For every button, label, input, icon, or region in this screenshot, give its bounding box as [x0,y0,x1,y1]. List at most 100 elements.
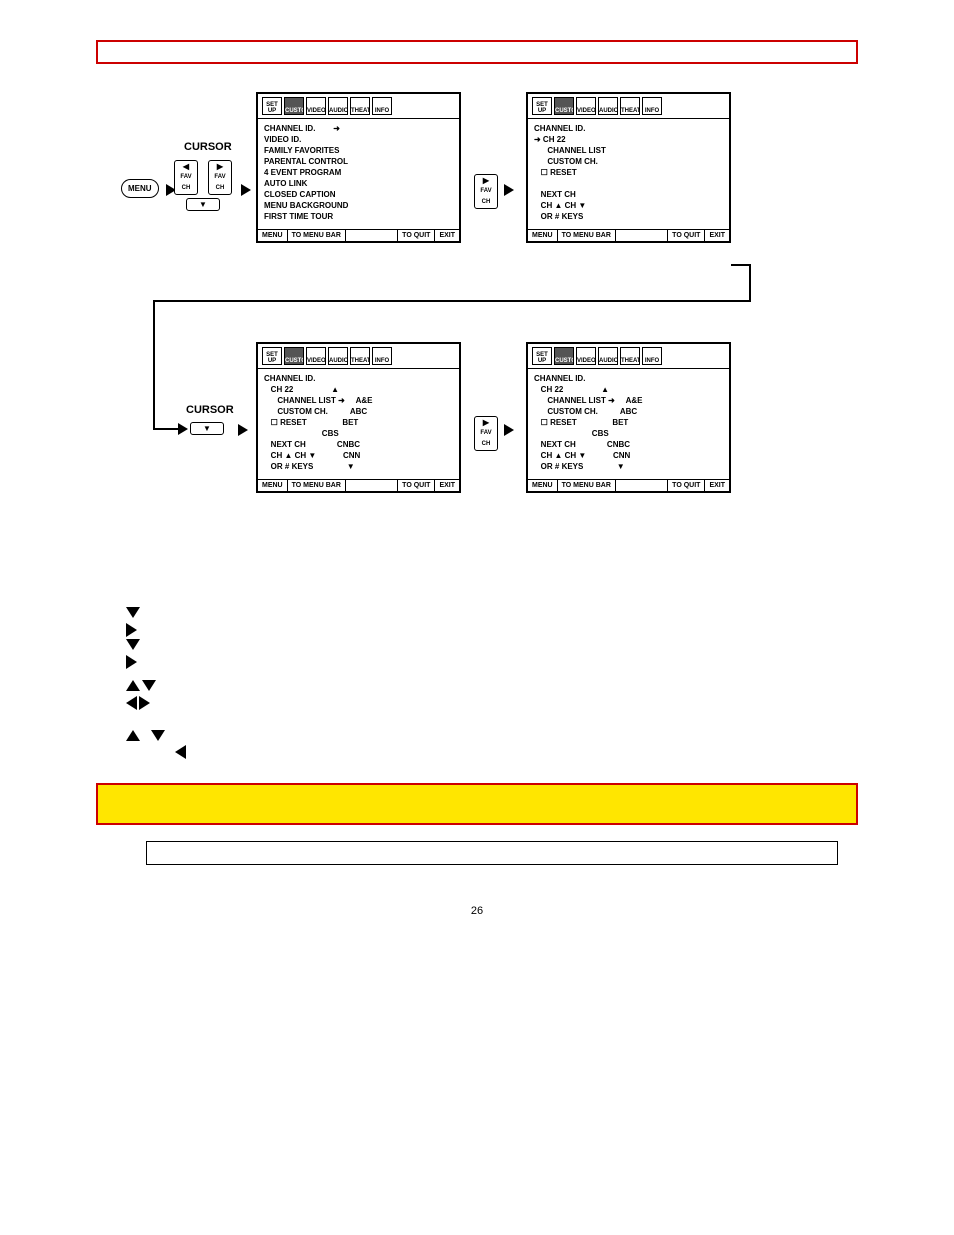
footer-exit[interactable]: EXIT [435,480,459,491]
step-arrows [126,574,164,575]
osd-footer: MENU TO MENU BAR TO QUIT EXIT [258,479,459,491]
osd-body: CHANNEL ID. CH 22 ▲ CHANNEL LIST ➜ A&E C… [528,369,729,479]
tab-theater[interactable]: THEATER [620,347,640,365]
fav-left-key[interactable]: ◀FAVCH [174,160,198,195]
step-5 [106,638,858,653]
step-num [106,695,120,710]
step-arrows [126,638,164,650]
footer-toquit: TO QUIT [667,230,705,241]
triangle-down-icon [126,607,140,618]
triangle-left-icon [175,745,186,759]
osd-body: CHANNEL ID. ➜ VIDEO ID. FAMILY FAVORITES… [258,119,459,229]
footer-menu[interactable]: MENU [258,230,288,241]
footer-toquit: TO QUIT [397,480,435,491]
arrow-icon [241,184,251,196]
tab-audio[interactable]: AUDIO [328,97,348,115]
page-number: 26 [96,905,858,917]
tab-info[interactable]: INFO [642,347,662,365]
tab-video[interactable]: VIDEO [576,347,596,365]
footer-exit[interactable]: EXIT [705,480,729,491]
step-arrows [126,727,186,743]
step-arrows [126,744,186,759]
footer-toquit: TO QUIT [397,230,435,241]
footer-tobar: TO MENU BAR [558,230,616,241]
osd-tab-row: SET UP CUSTOM VIDEO AUDIO THEATER INFO [258,94,459,119]
menu-key[interactable]: MENU [121,179,159,198]
footer-toquit: TO QUIT [667,480,705,491]
step-num [106,679,120,694]
tab-setup[interactable]: SET UP [262,347,282,365]
arrow-icon [504,424,514,436]
triangle-right-icon [126,655,137,669]
triangle-up-icon [126,680,140,691]
tab-setup[interactable]: SET UP [262,97,282,115]
connector [153,300,751,302]
footer-tobar: TO MENU BAR [288,230,346,241]
tab-theater[interactable]: THEATER [620,97,640,115]
flow-diagram: MENU CURSOR ◀FAVCH ▶FAVCH ▼ SET UP CUSTO… [86,84,868,564]
tab-theater[interactable]: THEATER [350,347,370,365]
step-arrows [126,622,164,637]
tab-audio[interactable]: AUDIO [598,97,618,115]
tab-theater[interactable]: THEATER [350,97,370,115]
connector [731,264,749,266]
osd-screen-4: SET UP CUSTOM VIDEO AUDIO THEATER INFO C… [526,342,731,493]
triangle-down-icon [151,730,165,741]
tab-setup[interactable]: SET UP [532,347,552,365]
triangle-down-icon [142,680,156,691]
tab-info[interactable]: INFO [372,97,392,115]
cursor-down-key[interactable]: ▼ [190,422,224,435]
cursor-label: CURSOR [184,141,232,153]
tab-custom[interactable]: CUSTOM [284,97,304,115]
callout-bar [96,783,858,825]
cursor-down-key[interactable]: ▼ [186,198,220,211]
tab-audio[interactable]: AUDIO [598,347,618,365]
step-6 [106,654,858,669]
tab-setup[interactable]: SET UP [532,97,552,115]
menu-key-label: MENU [128,184,152,193]
tab-video[interactable]: VIDEO [306,347,326,365]
footer-menu[interactable]: MENU [528,480,558,491]
tab-info[interactable]: INFO [372,347,392,365]
connector [749,264,751,300]
footer-tobar: TO MENU BAR [558,480,616,491]
tab-video[interactable]: VIDEO [306,97,326,115]
osd-screen-1: SET UP CUSTOM VIDEO AUDIO THEATER INFO C… [256,92,461,243]
tab-custom[interactable]: CUSTOM [554,97,574,115]
note-box [146,841,838,865]
osd-tab-row: SET UP CUSTOM VIDEO AUDIO THEATER INFO [528,94,729,119]
arrow-icon [238,424,248,436]
osd-footer: MENU TO MENU BAR TO QUIT EXIT [528,479,729,491]
fav-right-key[interactable]: ▶FAVCH [474,174,498,209]
step-9a [106,727,858,743]
tab-video[interactable]: VIDEO [576,97,596,115]
footer-exit[interactable]: EXIT [435,230,459,241]
step-num [106,622,120,637]
step-arrows [126,679,164,691]
fav-right-key[interactable]: ▶FAVCH [474,416,498,451]
fav-right-key[interactable]: ▶FAVCH [208,160,232,195]
step-num [106,744,120,759]
step-num [106,654,120,669]
osd-screen-3: SET UP CUSTOM VIDEO AUDIO THEATER INFO C… [256,342,461,493]
step-9b [106,744,858,759]
tab-info[interactable]: INFO [642,97,662,115]
osd-tab-row: SET UP CUSTOM VIDEO AUDIO THEATER INFO [258,344,459,369]
tab-custom[interactable]: CUSTOM [284,347,304,365]
step-arrows [126,654,164,669]
footer-menu[interactable]: MENU [528,230,558,241]
osd-tab-row: SET UP CUSTOM VIDEO AUDIO THEATER INFO [528,344,729,369]
step-arrows [126,606,164,618]
osd-body: CHANNEL ID. CH 22 ▲ CHANNEL LIST ➜ A&E C… [258,369,459,479]
tab-audio[interactable]: AUDIO [328,347,348,365]
footer-menu[interactable]: MENU [258,480,288,491]
step-num [106,727,120,742]
triangle-right-icon [126,623,137,637]
step-1 [106,574,858,589]
step-7b [106,695,858,710]
triangle-left-icon [126,696,137,710]
tab-custom[interactable]: CUSTOM [554,347,574,365]
footer-exit[interactable]: EXIT [705,230,729,241]
connector [153,428,181,430]
step-3 [106,606,858,621]
